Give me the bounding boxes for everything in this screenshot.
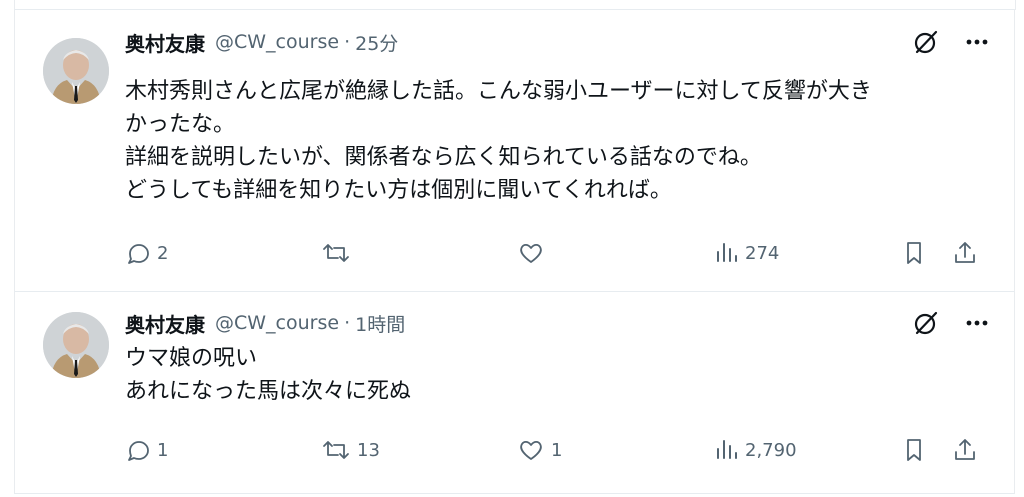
bookmark-button[interactable] (901, 435, 927, 465)
reply-button[interactable]: 1 (125, 435, 168, 465)
reply-count: 1 (157, 439, 169, 461)
tweet-actions: 1 13 1 2,790 (125, 435, 990, 465)
avatar[interactable] (43, 312, 109, 378)
tweet-text-line: ウマ娘の呪い (125, 346, 258, 371)
tweet-text: 木村秀則さんと広尾が絶縁した話。こんな弱小ユーザーに対して反響が大き かったな。… (125, 75, 984, 207)
tweet-text-line: 木村秀則さんと広尾が絶縁した話。こんな弱小ユーザーに対して反響が大き (125, 79, 872, 104)
views-count: 2,790 (745, 439, 797, 461)
like-icon (517, 240, 545, 266)
tweet-text: ウマ娘の呪い あれになった馬は次々に死ぬ (125, 342, 984, 408)
reply-icon (125, 240, 151, 266)
grok-icon[interactable] (912, 309, 940, 337)
reply-count: 2 (157, 242, 169, 264)
views-button[interactable]: 274 (713, 238, 779, 268)
share-icon (952, 240, 978, 266)
separator: · (344, 312, 351, 334)
tweet-text-line: かったな。 (125, 112, 236, 137)
tweet-header: 奥村友康 @CW_course · 25分 (125, 27, 990, 57)
author-name[interactable]: 奥村友康 (125, 28, 205, 57)
views-icon (713, 437, 739, 463)
like-icon (517, 437, 545, 463)
bookmark-button[interactable] (901, 238, 927, 268)
avatar[interactable] (43, 38, 109, 104)
author-handle[interactable]: @CW_course (215, 312, 339, 334)
reply-button[interactable]: 2 (125, 238, 168, 268)
author-name[interactable]: 奥村友康 (125, 309, 205, 338)
bookmark-icon (901, 437, 927, 463)
more-icon[interactable] (964, 310, 990, 336)
repost-count: 13 (357, 439, 380, 461)
tweet-header: 奥村友康 @CW_course · 1時間 (125, 308, 990, 338)
views-icon (713, 240, 739, 266)
tweet-actions: 2 274 (125, 238, 990, 268)
tweet-text-line: 詳細を説明したいが、関係者なら広く知られている話なのでね。 (125, 145, 762, 170)
author-handle[interactable]: @CW_course (215, 31, 339, 53)
bookmark-icon (901, 240, 927, 266)
repost-button[interactable] (321, 238, 357, 268)
separator: · (344, 31, 351, 53)
like-button[interactable]: 1 (517, 435, 562, 465)
like-button[interactable] (517, 238, 551, 268)
timeline: 奥村友康 @CW_course · 25分 木村秀則さんと広尾が絶縁した話。こん… (14, 9, 1015, 494)
share-button[interactable] (952, 238, 978, 268)
tweet[interactable]: 奥村友康 @CW_course · 1時間 ウマ娘の呪い あれになった馬は次々に… (14, 292, 1015, 494)
share-button[interactable] (952, 435, 978, 465)
more-icon[interactable] (964, 29, 990, 55)
views-button[interactable]: 2,790 (713, 435, 797, 465)
tweet[interactable]: 奥村友康 @CW_course · 25分 木村秀則さんと広尾が絶縁した話。こん… (14, 9, 1015, 292)
repost-icon (321, 240, 351, 266)
share-icon (952, 437, 978, 463)
timestamp[interactable]: 25分 (355, 29, 398, 56)
grok-icon[interactable] (912, 28, 940, 56)
tweet-text-line: あれになった馬は次々に死ぬ (125, 379, 412, 404)
repost-button[interactable]: 13 (321, 435, 380, 465)
tweet-text-line: どうしても詳細を知りたい方は個別に聞いてくれれば。 (125, 178, 672, 203)
repost-icon (321, 437, 351, 463)
timestamp[interactable]: 1時間 (355, 310, 405, 337)
like-count: 1 (551, 439, 563, 461)
views-count: 274 (745, 242, 780, 264)
reply-icon (125, 437, 151, 463)
